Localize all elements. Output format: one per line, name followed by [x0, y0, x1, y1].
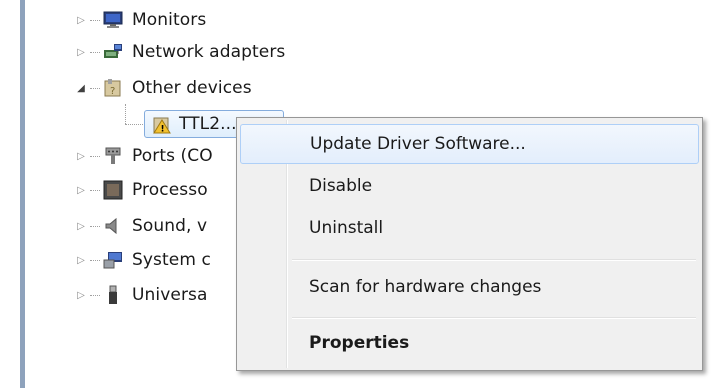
expand-arrow-icon[interactable]: ▷ [74, 183, 88, 197]
tree-item-label: Processo [132, 180, 208, 200]
menu-item-label: Scan for hardware changes [309, 277, 542, 297]
tree-item-processors[interactable]: ▷ Processo [74, 175, 208, 205]
unknown-device-warning-icon: ! [153, 117, 171, 135]
menu-item-uninstall[interactable]: Uninstall [240, 208, 699, 248]
tree-item-network-adapters[interactable]: ▷ Network adapters [74, 37, 285, 67]
tree-connector [125, 104, 126, 124]
device-manager-window: ▷ Monitors ▷ Network adapters ◢ ? Other … [0, 0, 713, 388]
menu-item-label: Disable [309, 176, 373, 196]
menu-item-label: Update Driver Software... [310, 134, 526, 154]
monitor-icon [103, 11, 123, 28]
menu-separator [292, 259, 696, 261]
tree-connector [90, 87, 100, 89]
tree-item-monitors[interactable]: ▷ Monitors [74, 5, 206, 35]
expand-arrow-icon[interactable]: ▷ [74, 13, 88, 27]
tree-item-label: Universa [132, 285, 208, 305]
tree-connector [90, 294, 100, 296]
tree-connector [90, 155, 100, 157]
window-edge [0, 0, 20, 388]
tree-item-system-devices[interactable]: ▷ System c [74, 245, 211, 275]
expand-arrow-icon[interactable]: ▷ [74, 149, 88, 163]
menu-item-update-driver-software[interactable]: Update Driver Software... [240, 124, 699, 164]
tree-item-sound[interactable]: ▷ Sound, v [74, 211, 207, 241]
tree-item-label: System c [132, 250, 211, 270]
processor-icon [103, 180, 123, 200]
tree-item-label: Ports (CO [132, 146, 213, 166]
tree-connector [90, 51, 100, 53]
tree-connector [90, 189, 100, 191]
usb-icon [109, 285, 117, 304]
tree-item-label: Network adapters [132, 42, 286, 62]
expand-arrow-icon[interactable]: ▷ [74, 288, 88, 302]
expand-arrow-icon[interactable]: ▷ [74, 253, 88, 267]
svg-text:?: ? [110, 86, 115, 97]
expand-arrow-icon[interactable]: ▷ [74, 45, 88, 59]
tree-connector [90, 259, 100, 261]
tree-item-universal-serial-bus[interactable]: ▷ Universa [74, 280, 208, 310]
tree-item-label: Sound, v [132, 216, 208, 236]
menu-item-label: Properties [309, 333, 410, 353]
port-icon [105, 147, 121, 164]
menu-item-label: Uninstall [309, 218, 384, 238]
menu-item-disable[interactable]: Disable [240, 166, 699, 206]
menu-separator [292, 317, 696, 319]
menu-item-properties[interactable]: Properties [240, 323, 699, 363]
tree-connector [90, 225, 100, 227]
tree-item-label: Other devices [132, 78, 252, 98]
tree-item-label: Monitors [132, 10, 207, 30]
tree-connector [125, 124, 145, 125]
speaker-icon [105, 217, 117, 235]
tree-item-ports[interactable]: ▷ Ports (CO [74, 141, 213, 171]
menu-item-scan-for-hardware-changes[interactable]: Scan for hardware changes [240, 267, 699, 307]
tree-item-other-devices[interactable]: ◢ ? Other devices [74, 73, 252, 103]
svg-text:!: ! [161, 125, 165, 135]
pane-border [20, 0, 25, 388]
tree-connector [90, 19, 100, 21]
network-adapter-icon [104, 44, 122, 58]
expand-arrow-icon[interactable]: ▷ [74, 219, 88, 233]
tree-item-label: TTL2... [179, 114, 237, 134]
collapse-arrow-icon[interactable]: ◢ [74, 81, 88, 95]
system-device-icon [103, 252, 122, 269]
context-menu: Update Driver Software... Disable Uninst… [236, 117, 703, 371]
other-devices-icon: ? [104, 79, 121, 97]
